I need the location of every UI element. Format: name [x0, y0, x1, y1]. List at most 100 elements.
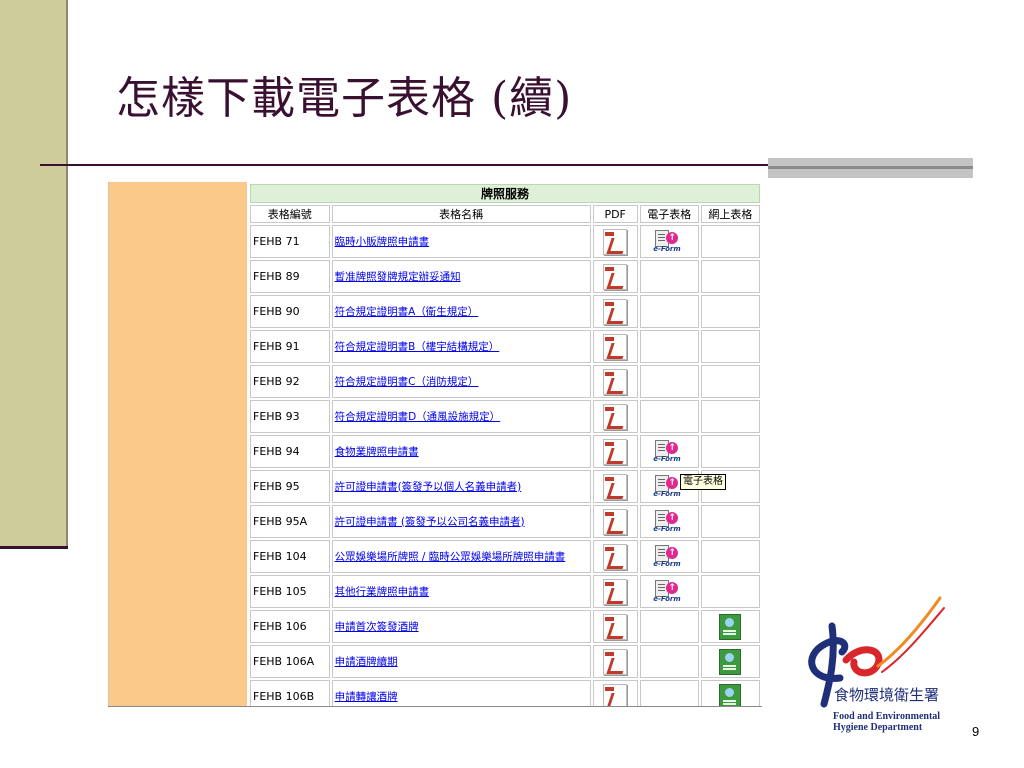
eform-icon[interactable]: ↑ e-Form: [653, 229, 685, 255]
form-name-link[interactable]: 其他行業牌照申請書: [335, 586, 430, 598]
form-name-cell: 符合規定證明書A（衛生規定）: [331, 295, 591, 328]
form-name-link[interactable]: 申請轉讓酒牌: [335, 691, 398, 703]
pdf-cell: [592, 295, 638, 328]
pdf-icon[interactable]: [603, 683, 628, 706]
online-form-icon[interactable]: [719, 613, 742, 640]
header-eform: 電子表格: [639, 205, 699, 223]
form-name-link[interactable]: 符合規定證明書A（衛生規定）: [335, 306, 479, 318]
form-name-link[interactable]: 食物業牌照申請書: [335, 446, 419, 458]
title-underline: [40, 164, 780, 166]
online-form-icon[interactable]: [719, 683, 742, 706]
eform-cell: ↑ e-Form: [639, 505, 699, 538]
eform-cell: [639, 295, 699, 328]
pdf-icon[interactable]: [603, 263, 628, 290]
eform-label: e-Form: [653, 524, 681, 533]
form-name-link[interactable]: 許可證申請書(簽發予以個人名義申請者): [335, 481, 522, 493]
logo-name-english-line2: Hygiene Department: [833, 722, 923, 733]
header-online-form: 網上表格: [700, 205, 760, 223]
form-name-cell: 許可證申請書(簽發予以個人名義申請者): [331, 470, 591, 503]
title-underline-grey-block: [768, 158, 973, 178]
forms-table-wrapper: 牌照服務 表格編號 表格名稱 PDF 電子表格 網上表格 FEHB 71 臨時小販…: [248, 182, 762, 706]
online-form-cell: [700, 295, 760, 328]
form-name-link[interactable]: 臨時小販牌照申請書: [335, 236, 430, 248]
table-row: FEHB 104 公眾娛樂場所牌照 / 臨時公眾娛樂場所牌照申請書 ↑ e-Form: [250, 540, 760, 573]
pdf-icon[interactable]: [603, 403, 628, 430]
pdf-cell: [592, 610, 638, 643]
upload-arrow-icon: ↑: [666, 231, 679, 244]
eform-icon[interactable]: ↑ e-Form: [653, 509, 685, 535]
eform-cell: ↑ e-Form: [639, 435, 699, 468]
pdf-cell: [592, 470, 638, 503]
table-row: FEHB 95A 許可證申請書 (簽發予以公司名義申請者) ↑ e-Form: [250, 505, 760, 538]
form-code: FEHB 93: [250, 400, 330, 433]
pdf-cell: [592, 505, 638, 538]
online-form-cell: [700, 260, 760, 293]
online-form-cell: [700, 610, 760, 643]
form-name-cell: 許可證申請書 (簽發予以公司名義申請者): [331, 505, 591, 538]
pdf-icon[interactable]: [603, 438, 628, 465]
form-code: FEHB 106: [250, 610, 330, 643]
eform-cell: [639, 610, 699, 643]
form-code: FEHB 71: [250, 225, 330, 258]
eform-cell: [639, 260, 699, 293]
form-name-link[interactable]: 符合規定證明書B（樓宇結構規定）: [335, 341, 500, 353]
pdf-cell: [592, 330, 638, 363]
table-row: FEHB 91 符合規定證明書B（樓宇結構規定）: [250, 330, 760, 363]
pdf-icon[interactable]: [603, 298, 628, 325]
form-name-link[interactable]: 暫准牌照發牌規定辦妥通知: [335, 271, 461, 283]
logo-name-english-line1: Food and Environmental: [833, 711, 941, 722]
form-name-cell: 申請酒牌續期: [331, 645, 591, 678]
online-form-cell: [700, 225, 760, 258]
online-form-cell: [700, 540, 760, 573]
pdf-icon[interactable]: [603, 648, 628, 675]
pdf-cell: [592, 225, 638, 258]
form-name-link[interactable]: 符合規定證明書D（通風設施規定）: [335, 411, 501, 423]
form-name-link[interactable]: 申請酒牌續期: [335, 656, 398, 668]
pdf-icon[interactable]: [603, 543, 628, 570]
upload-arrow-icon: ↑: [666, 581, 679, 594]
table-row: FEHB 106A 申請酒牌續期: [250, 645, 760, 678]
table-row: FEHB 71 臨時小販牌照申請書 ↑ e-Form: [250, 225, 760, 258]
form-name-cell: 暫准牌照發牌規定辦妥通知: [331, 260, 591, 293]
webpage-left-sidebar: [108, 182, 247, 706]
form-code: FEHB 89: [250, 260, 330, 293]
pdf-icon[interactable]: [603, 333, 628, 360]
eform-cell: [639, 365, 699, 398]
upload-arrow-icon: ↑: [666, 511, 679, 524]
form-name-cell: 申請首次簽發酒牌: [331, 610, 591, 643]
form-name-cell: 符合規定證明書C（消防規定）: [331, 365, 591, 398]
pdf-icon[interactable]: [603, 508, 628, 535]
online-form-cell: [700, 365, 760, 398]
online-form-cell: [700, 680, 760, 706]
eform-label: e-Form: [653, 559, 681, 568]
slide-left-bar: [0, 0, 68, 548]
form-name-cell: 符合規定證明書B（樓宇結構規定）: [331, 330, 591, 363]
upload-arrow-icon: ↑: [666, 441, 679, 454]
table-row: FEHB 106 申請首次簽發酒牌: [250, 610, 760, 643]
pdf-icon[interactable]: [603, 228, 628, 255]
pdf-icon[interactable]: [603, 473, 628, 500]
eform-icon[interactable]: ↑ e-Form: [653, 579, 685, 605]
form-name-link[interactable]: 許可證申請書 (簽發予以公司名義申請者): [335, 516, 525, 528]
form-name-cell: 臨時小販牌照申請書: [331, 225, 591, 258]
pdf-icon[interactable]: [603, 578, 628, 605]
slide-left-accent-line: [0, 546, 68, 549]
eform-icon[interactable]: ↑ e-Form: [653, 439, 685, 465]
form-name-cell: 其他行業牌照申請書: [331, 575, 591, 608]
upload-arrow-icon: ↑: [666, 476, 679, 489]
table-caption: 牌照服務: [250, 184, 760, 203]
pdf-icon[interactable]: [603, 613, 628, 640]
form-code: FEHB 90: [250, 295, 330, 328]
eform-icon[interactable]: ↑ e-Form: [653, 544, 685, 570]
table-row: FEHB 105 其他行業牌照申請書 ↑ e-Form: [250, 575, 760, 608]
eform-cell: ↑ e-Form: [639, 225, 699, 258]
online-form-icon[interactable]: [719, 648, 742, 675]
form-name-cell: 符合規定證明書D（通風設施規定）: [331, 400, 591, 433]
pdf-icon[interactable]: [603, 368, 628, 395]
form-name-link[interactable]: 申請首次簽發酒牌: [335, 621, 419, 633]
form-name-link[interactable]: 符合規定證明書C（消防規定）: [335, 376, 479, 388]
online-form-cell: [700, 505, 760, 538]
form-code: FEHB 94: [250, 435, 330, 468]
form-name-link[interactable]: 公眾娛樂場所牌照 / 臨時公眾娛樂場所牌照申請書: [335, 551, 566, 563]
eform-label: e-Form: [653, 244, 681, 253]
